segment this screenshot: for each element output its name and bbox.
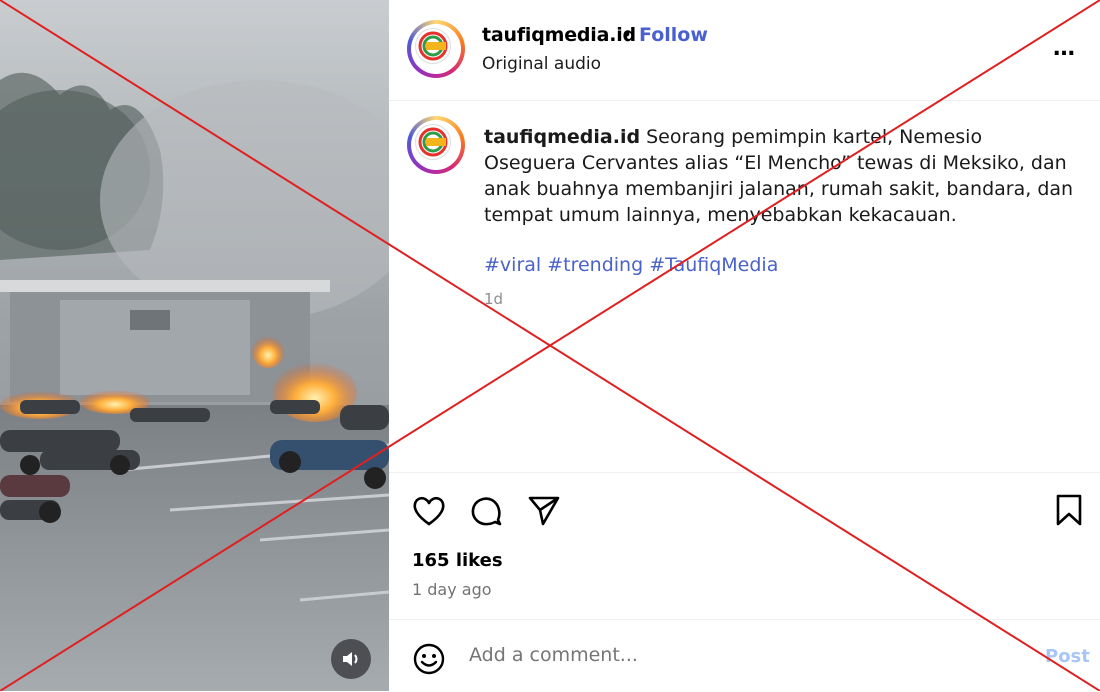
post-details-panel: taufiqmedia.id • Follow Original audio …… xyxy=(389,0,1100,691)
post-header: taufiqmedia.id • Follow Original audio … xyxy=(389,0,1100,101)
hashtags[interactable]: #viral #trending #TaufiqMedia xyxy=(484,254,778,276)
action-bar xyxy=(389,472,1100,553)
send-icon[interactable] xyxy=(527,494,561,528)
separator-dot: • xyxy=(621,24,633,46)
comment-input[interactable] xyxy=(469,644,1029,666)
video-frame[interactable] xyxy=(0,0,389,691)
bookmark-icon[interactable] xyxy=(1054,493,1084,527)
burning-motorcycles-scene xyxy=(0,0,389,691)
comment-icon[interactable] xyxy=(469,494,503,528)
profile-avatar[interactable] xyxy=(407,20,465,78)
mute-toggle-button[interactable] xyxy=(331,639,371,679)
comment-composer: Post xyxy=(389,619,1100,692)
follow-button[interactable]: Follow xyxy=(639,24,708,46)
likes-count[interactable]: 165 likes xyxy=(412,550,503,571)
post-caption: taufiqmedia.id Seorang pemimpin kartel, … xyxy=(484,124,1074,228)
more-options-button[interactable]: … xyxy=(1053,36,1076,61)
speaker-icon xyxy=(343,652,358,666)
caption-avatar[interactable] xyxy=(407,116,465,174)
audio-link[interactable]: Original audio xyxy=(482,54,601,74)
post-date: 1 day ago xyxy=(412,580,492,599)
brand-logo xyxy=(415,28,451,64)
caption-timestamp: 1d xyxy=(484,290,504,308)
brand-logo xyxy=(415,124,451,160)
emoji-icon[interactable] xyxy=(412,642,446,676)
caption-username[interactable]: taufiqmedia.id xyxy=(484,126,640,148)
heart-icon[interactable] xyxy=(412,495,446,527)
username-link[interactable]: taufiqmedia.id xyxy=(482,24,636,46)
post-comment-button[interactable]: Post xyxy=(1045,646,1090,667)
